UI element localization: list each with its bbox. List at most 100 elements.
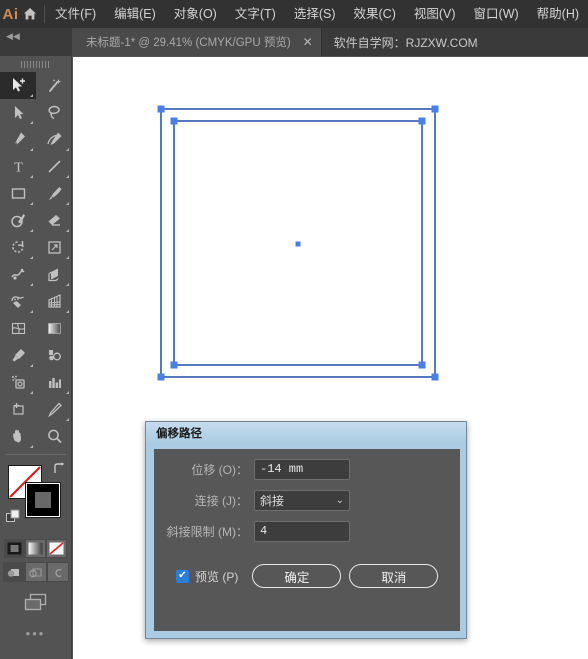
dialog-title-label: 偏移路径 <box>156 428 202 440</box>
preview-checkbox[interactable]: ✔ <box>176 569 189 583</box>
scale-tool[interactable] <box>36 234 72 261</box>
tool-flyout-icon <box>66 283 69 286</box>
artboard-tool[interactable] <box>0 396 36 423</box>
lasso-tool[interactable] <box>36 99 72 126</box>
pen-tool[interactable] <box>0 126 36 153</box>
zoom-tool[interactable] <box>36 423 72 450</box>
column-graph-tool[interactable] <box>36 369 72 396</box>
anchor-handle <box>431 105 439 113</box>
illustrator-window: Ai 文件(F) 编辑(E) 对象(O) 文字(T) 选择(S) 效果(C) 视… <box>0 0 588 659</box>
line-segment-tool[interactable] <box>36 153 72 180</box>
free-transform-tool[interactable] <box>36 261 72 288</box>
magic-wand-tool[interactable] <box>36 72 72 99</box>
toolbar-more-icon[interactable]: ••• <box>0 626 71 641</box>
hand-tool[interactable] <box>0 423 36 450</box>
tool-flyout-icon <box>66 418 69 421</box>
slice-tool[interactable] <box>36 396 72 423</box>
offset-label: 位移 (O)： <box>191 462 248 477</box>
dialog-title-bar[interactable]: 偏移路径 <box>146 422 466 444</box>
width-tool[interactable] <box>0 261 36 288</box>
anchor-handle <box>418 117 426 125</box>
tool-flyout-icon <box>30 256 33 259</box>
draw-inside-mode[interactable] <box>46 562 69 582</box>
panel-collapse-icon[interactable]: ◀◀ <box>0 28 72 56</box>
menu-help[interactable]: 帮助(H) <box>528 0 588 28</box>
mesh-tool[interactable] <box>0 315 36 342</box>
perspective-grid-tool[interactable] <box>36 288 72 315</box>
offset-input[interactable]: -14 mm <box>254 458 350 480</box>
tool-flyout-icon <box>66 229 69 232</box>
fill-stroke-swatches <box>0 459 72 537</box>
draw-normal-mode[interactable] <box>2 562 25 582</box>
rotate-tool[interactable] <box>0 234 36 261</box>
symbol-sprayer-tool[interactable] <box>0 369 36 396</box>
cancel-button[interactable]: 取消 <box>349 564 439 588</box>
grip-dots-icon <box>21 60 51 68</box>
tool-flyout-icon <box>66 310 69 313</box>
direct-selection-tool[interactable] <box>0 99 36 126</box>
tool-flyout-icon <box>30 364 33 367</box>
menu-object[interactable]: 对象(O) <box>165 0 226 28</box>
center-point-marker <box>295 241 301 247</box>
menu-window[interactable]: 窗口(W) <box>465 0 528 28</box>
stroke-swatch[interactable] <box>25 482 61 518</box>
color-mode-row <box>0 539 71 558</box>
miter-limit-row: 斜接限制 (M)： 4 <box>154 520 460 542</box>
curvature-tool[interactable] <box>36 126 72 153</box>
dialog-body: 位移 (O)： -14 mm 连接 (J)： 斜接 ⌄ 斜接限制 (M)： 4 … <box>154 449 460 631</box>
blend-tool[interactable] <box>36 342 72 369</box>
home-icon[interactable] <box>21 0 40 28</box>
swap-fill-stroke-icon[interactable] <box>52 462 66 478</box>
menu-edit[interactable]: 编辑(E) <box>105 0 165 28</box>
shape-builder-tool[interactable] <box>0 288 36 315</box>
menu-file[interactable]: 文件(F) <box>46 0 105 28</box>
selection-plus-tool[interactable] <box>0 72 36 99</box>
tool-flyout-icon <box>30 310 33 313</box>
dialog-actions: ✔ 预览 (P) 确定 取消 <box>154 564 460 588</box>
type-tool[interactable]: T <box>0 153 36 180</box>
tool-flyout-icon <box>66 256 69 259</box>
anchor-handle <box>157 373 165 381</box>
tab-document-label: 未标题-1* @ 29.41% (CMYK/GPU 预览) <box>86 37 291 49</box>
toolbar-divider <box>5 454 66 455</box>
offset-row: 位移 (O)： -14 mm <box>154 458 460 480</box>
tools-panel-grip[interactable] <box>0 56 72 72</box>
tool-flyout-icon <box>30 283 33 286</box>
menu-type[interactable]: 文字(T) <box>226 0 285 28</box>
eyedropper-tool[interactable] <box>0 342 36 369</box>
ai-logo-icon: Ai <box>2 5 19 23</box>
anchor-handle <box>157 105 165 113</box>
tool-flyout-icon <box>66 202 69 205</box>
ok-button[interactable]: 确定 <box>252 564 342 588</box>
tool-flyout-icon <box>66 391 69 394</box>
join-select[interactable]: 斜接 ⌄ <box>254 489 350 511</box>
default-fill-stroke-icon[interactable] <box>6 509 21 524</box>
svg-text:T: T <box>14 161 23 176</box>
rectangle-tool[interactable] <box>0 180 36 207</box>
color-mode-solid[interactable] <box>4 539 25 558</box>
menu-select[interactable]: 选择(S) <box>285 0 345 28</box>
tab-document[interactable]: 未标题-1* @ 29.41% (CMYK/GPU 预览) ✕ <box>72 28 322 56</box>
screen-mode-icon[interactable] <box>0 592 71 614</box>
join-label: 连接 (J)： <box>194 493 248 508</box>
tab-site-watermark: 软件自学网：RJZXW.COM <box>333 35 478 50</box>
draw-behind-mode[interactable] <box>24 562 47 582</box>
join-select-value: 斜接 <box>260 493 285 508</box>
menu-bar: Ai 文件(F) 编辑(E) 对象(O) 文字(T) 选择(S) 效果(C) 视… <box>0 0 588 28</box>
color-mode-gradient[interactable] <box>25 539 46 558</box>
preview-label: 预览 (P) <box>195 569 239 584</box>
eraser-tool[interactable] <box>36 207 72 234</box>
close-icon[interactable]: ✕ <box>301 35 315 49</box>
anchor-handle <box>170 117 178 125</box>
tool-flyout-icon <box>30 148 33 151</box>
menu-effect[interactable]: 效果(C) <box>345 0 405 28</box>
anchor-handle <box>418 361 426 369</box>
draw-mode-row <box>0 562 71 582</box>
paintbrush-tool[interactable] <box>36 180 72 207</box>
miter-limit-input[interactable]: 4 <box>254 520 350 542</box>
tool-flyout-icon <box>30 229 33 232</box>
shaper-tool[interactable] <box>0 207 36 234</box>
menu-view[interactable]: 视图(V) <box>405 0 465 28</box>
gradient-tool[interactable] <box>36 315 72 342</box>
color-mode-none[interactable] <box>46 539 67 558</box>
